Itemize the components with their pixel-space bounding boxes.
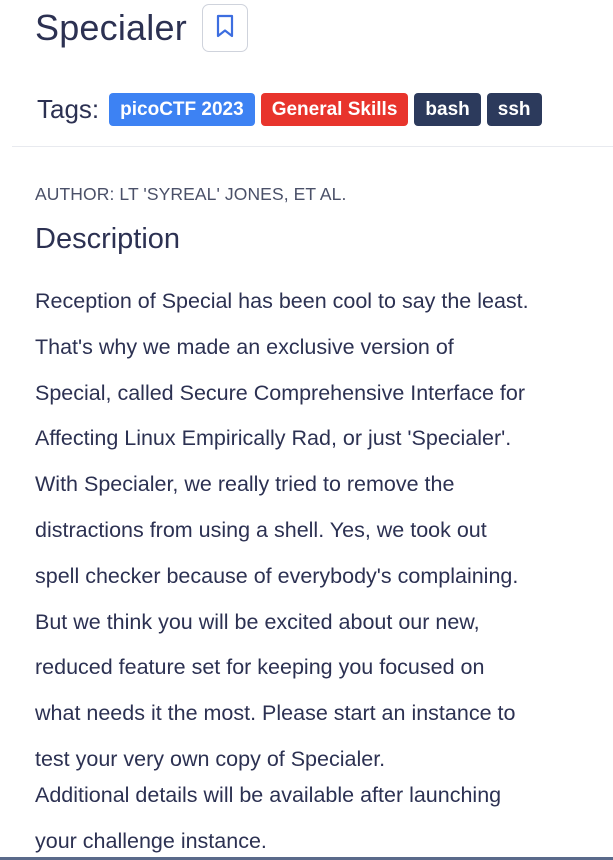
author-line: AUTHOR: LT 'SYREAL' JONES, ET AL. [35, 184, 347, 204]
challenge-title: Specialer [35, 7, 187, 48]
description-line: reduced feature set for keeping you focu… [35, 655, 485, 680]
description-heading: Description [35, 223, 181, 255]
description-line: That's why we made an exclusive version … [35, 334, 454, 359]
tag-bash[interactable]: bash [414, 92, 481, 126]
description-line: distractions from using a shell. Yes, we… [35, 517, 487, 542]
tag-picoctf-2023[interactable]: picoCTF 2023 [109, 92, 255, 126]
description-line: Affecting Linux Empirically Rad, or just… [35, 426, 512, 451]
divider [12, 146, 613, 147]
tags-row: Tags: picoCTF 2023 General Skills bash s… [35, 92, 548, 126]
description-line: But we think you will be excited about o… [35, 609, 480, 634]
description-line: With Specialer, we really tried to remov… [35, 472, 455, 497]
title-row: Specialer [35, 4, 248, 52]
bookmark-icon [216, 14, 234, 43]
description-line: Special, called Secure Comprehensive Int… [35, 380, 525, 405]
tag-general-skills[interactable]: General Skills [260, 92, 409, 126]
description-line: what needs it the most. Please start an … [35, 701, 516, 726]
additional-details-line: Additional details will be available aft… [35, 782, 502, 807]
bookmark-button[interactable] [201, 4, 248, 52]
tag-ssh[interactable]: ssh [486, 92, 542, 126]
additional-details-line: your challenge instance. [35, 828, 267, 853]
description-paragraph: Reception of Special has been cool to sa… [35, 279, 613, 783]
additional-details: Additional details will be available aft… [35, 773, 613, 860]
challenge-page: Specialer Tags: picoCTF 2023 General Ski… [0, 0, 613, 860]
tags-label: Tags: [37, 94, 100, 124]
description-body: Reception of Special has been cool to sa… [35, 279, 613, 860]
description-line: spell checker because of everybody's com… [35, 563, 519, 588]
description-line: Reception of Special has been cool to sa… [35, 289, 529, 313]
